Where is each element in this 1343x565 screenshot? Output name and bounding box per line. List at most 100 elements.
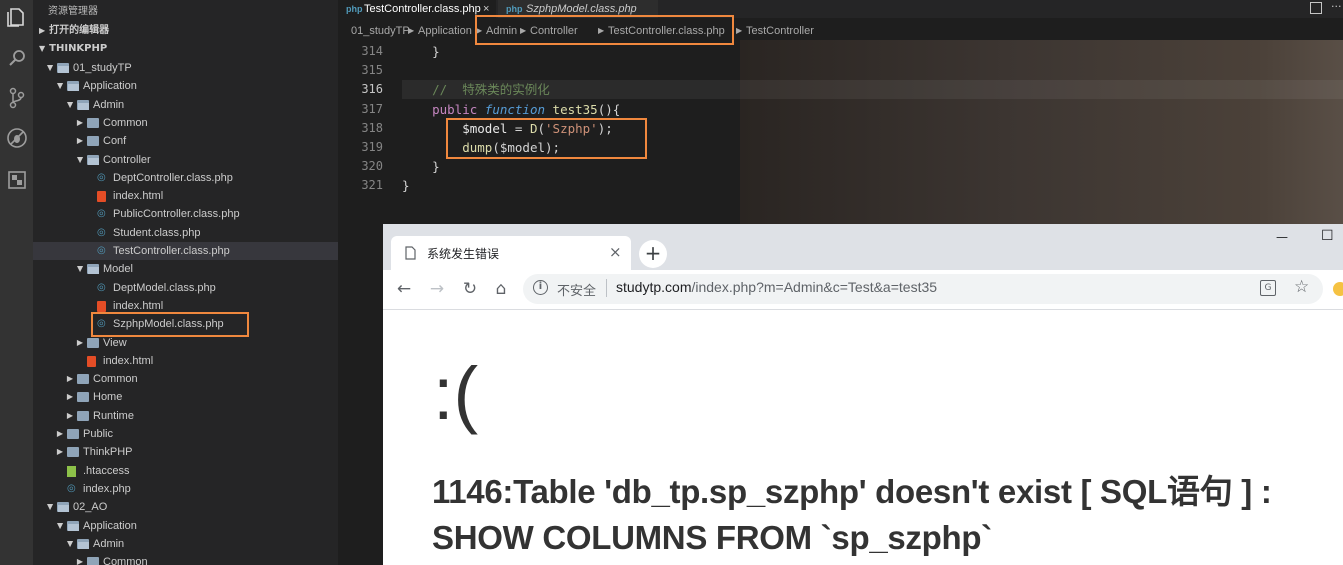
tree-item[interactable]: .htaccess: [33, 462, 338, 480]
tab-close-icon[interactable]: ×: [483, 0, 489, 18]
chevron-right-icon[interactable]: ▶: [75, 132, 85, 150]
line-number: 319: [361, 140, 383, 154]
chevron-down-icon[interactable]: ▲: [45, 59, 55, 77]
address-bar[interactable]: i 不安全 studytp.com/index.php?m=Admin&c=Te…: [523, 274, 1323, 304]
forward-icon[interactable]: →: [426, 278, 448, 300]
chevron-right-icon[interactable]: ▶: [55, 443, 65, 461]
reload-icon[interactable]: ↻: [459, 278, 481, 300]
url-divider: [606, 279, 607, 297]
chevron-down-icon[interactable]: ▲: [75, 151, 85, 169]
chevron-right-icon[interactable]: ▶: [75, 114, 85, 132]
tree-item[interactable]: index.html: [33, 187, 338, 205]
tree-item[interactable]: ◎ PublicController.class.php: [33, 205, 338, 223]
tree-item-label: DeptModel.class.php: [113, 281, 216, 294]
breadcrumb-item[interactable]: TestController: [746, 20, 814, 42]
split-editor-icon[interactable]: [1310, 2, 1322, 14]
tree-item[interactable]: ▶ View: [33, 334, 338, 352]
chevron-right-icon: ▶: [520, 26, 527, 35]
translate-icon[interactable]: G: [1260, 280, 1276, 296]
tree-item[interactable]: ◎ SzphpModel.class.php: [33, 315, 338, 333]
tree-item-label: Common: [93, 373, 138, 386]
tree-item-label: Admin: [93, 98, 125, 111]
chevron-right-icon[interactable]: ▶: [55, 425, 65, 443]
tree-item-label: 02_AO: [73, 501, 108, 514]
chevron-down-icon[interactable]: ▲: [65, 96, 75, 114]
chevron-right-icon: ▶: [39, 26, 46, 35]
tree-item[interactable]: index.html: [33, 297, 338, 315]
tree-item[interactable]: ▲ Application: [33, 77, 338, 95]
tree-item-label: Model: [103, 263, 133, 276]
chevron-right-icon[interactable]: ▶: [65, 407, 75, 425]
extensions-icon[interactable]: [4, 167, 29, 192]
maximize-button[interactable]: ☐: [1321, 228, 1334, 244]
tree-item[interactable]: ▲ Application: [33, 517, 338, 535]
tree-item[interactable]: ◎ DeptModel.class.php: [33, 279, 338, 297]
code-line: $model = D('Szphp');: [462, 120, 613, 136]
tree-item[interactable]: ▶ Public: [33, 425, 338, 443]
tree-item[interactable]: index.html: [33, 352, 338, 370]
browser-tab[interactable]: 系统发生错误 ×: [391, 236, 631, 270]
back-icon[interactable]: ←: [393, 278, 415, 300]
php-file-icon: ◎: [97, 318, 106, 330]
tree-item[interactable]: ◎ index.php: [33, 480, 338, 498]
code-line: dump($model);: [462, 140, 561, 155]
html-file-icon: [97, 300, 106, 312]
folder-icon: [67, 520, 79, 531]
tree-item[interactable]: ▲ 01_studyTP: [33, 59, 338, 77]
chevron-down-icon[interactable]: ▲: [55, 517, 65, 535]
tree-item-label: Common: [103, 116, 148, 129]
home-icon[interactable]: ⌂: [490, 278, 512, 300]
tree-item[interactable]: ▶ ThinkPHP: [33, 443, 338, 461]
workspace-label: THINKPHP: [49, 43, 108, 54]
tree-item[interactable]: ▶ Home: [33, 388, 338, 406]
search-icon[interactable]: [4, 45, 29, 70]
breadcrumb-item[interactable]: Application: [418, 20, 472, 42]
new-tab-button[interactable]: +: [639, 240, 667, 268]
tree-item-label: index.html: [113, 299, 164, 312]
tree-item[interactable]: ▲ Controller: [33, 151, 338, 169]
breadcrumb-item[interactable]: TestController.class.php: [608, 20, 725, 42]
tree-item[interactable]: ◎ Student.class.php: [33, 224, 338, 242]
tree-item[interactable]: ▲ Model: [33, 260, 338, 278]
chevron-down-icon[interactable]: ▲: [75, 260, 85, 278]
tree-item[interactable]: ▶ Common: [33, 370, 338, 388]
url-host: studytp.com: [616, 279, 692, 295]
debug-icon[interactable]: [4, 125, 29, 150]
tree-item[interactable]: ▶ Common: [33, 114, 338, 132]
chevron-right-icon[interactable]: ▶: [65, 370, 75, 388]
tab-szphp-model[interactable]: php SzphpModel.class.php: [498, 0, 658, 18]
breadcrumb-item[interactable]: Admin: [486, 20, 517, 42]
chevron-down-icon[interactable]: ▲: [55, 77, 65, 95]
tree-item[interactable]: ▲ 02_AO: [33, 498, 338, 516]
chevron-down-icon[interactable]: ▲: [45, 498, 55, 516]
info-icon[interactable]: i: [533, 280, 548, 295]
tab-test-controller[interactable]: php TestController.class.php ×: [338, 0, 496, 18]
open-editors-section[interactable]: ▶ 打开的编辑器: [39, 22, 109, 40]
source-control-icon[interactable]: [4, 85, 29, 110]
tree-item[interactable]: ▶ Conf: [33, 132, 338, 150]
chevron-right-icon: ▶: [476, 26, 483, 35]
tree-item-label: DeptController.class.php: [113, 171, 233, 184]
chevron-down-icon[interactable]: ▲: [65, 535, 75, 553]
workspace-section[interactable]: ▼ THINKPHP: [39, 40, 107, 58]
extension-icon[interactable]: [1333, 282, 1343, 296]
explorer-icon[interactable]: [4, 4, 29, 29]
tree-item[interactable]: ◎ TestController.class.php: [33, 242, 338, 260]
chevron-right-icon[interactable]: ▶: [65, 388, 75, 406]
tree-item-label: Admin: [93, 537, 125, 550]
breadcrumb-item[interactable]: Controller: [530, 20, 578, 42]
minimize-button[interactable]: —: [1276, 230, 1288, 244]
url-path: /index.php?m=Admin&c=Test&a=test35: [691, 279, 938, 295]
tree-item[interactable]: ▲ Admin: [33, 535, 338, 553]
chevron-right-icon[interactable]: ▶: [75, 553, 85, 565]
tree-item[interactable]: ▲ Admin: [33, 96, 338, 114]
tree-item[interactable]: ▶ Common: [33, 553, 338, 565]
more-actions-icon[interactable]: ···: [1331, 0, 1342, 13]
error-line-2: SHOW COLUMNS FROM `sp_szphp`: [432, 519, 992, 556]
browser-tab-close-icon[interactable]: ×: [609, 243, 622, 261]
bookmark-star-icon[interactable]: ☆: [1294, 277, 1309, 297]
tree-item[interactable]: ▶ Runtime: [33, 407, 338, 425]
breadcrumb-item[interactable]: 01_studyTP: [351, 20, 410, 42]
tree-item[interactable]: ◎ DeptController.class.php: [33, 169, 338, 187]
chevron-right-icon[interactable]: ▶: [75, 334, 85, 352]
